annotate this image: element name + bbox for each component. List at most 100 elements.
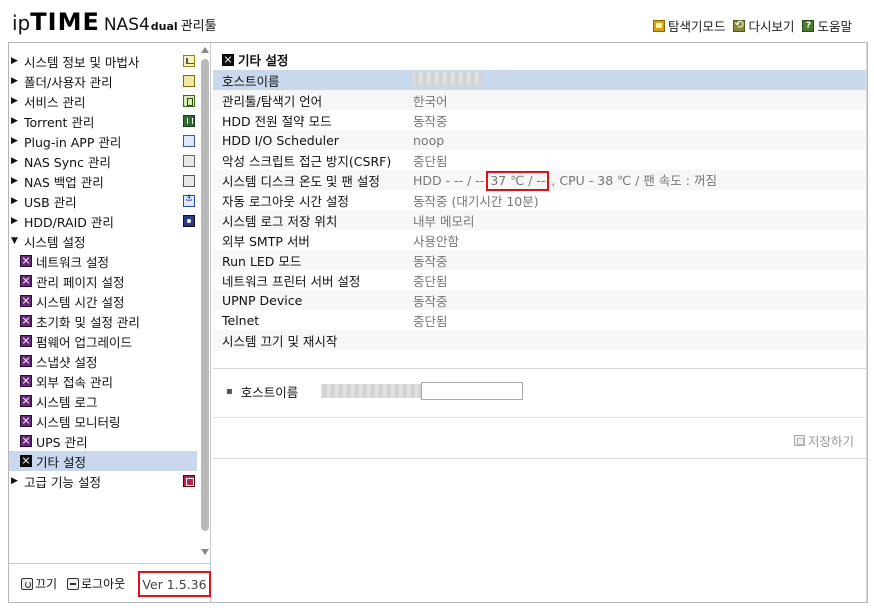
logo-ip-text: ip [12, 11, 31, 35]
submenu-ups[interactable]: UPS 관리 [9, 431, 199, 451]
sidebar-footer: 끄기 로그아웃 Ver 1.5.36 [9, 563, 211, 602]
menu-label: NAS 백업 관리 [24, 174, 104, 190]
setting-key: Run LED 모드 [222, 253, 302, 269]
setting-key: 네트워크 프린터 서버 설정 [222, 273, 361, 289]
setting-key: 악성 스크립트 접근 방지(CSRF) [222, 153, 392, 169]
setting-value: noop [413, 132, 445, 148]
setting-key: Telnet [222, 312, 260, 328]
logout-button[interactable]: 로그아웃 [67, 575, 125, 592]
submenu-misc-settings[interactable]: 기타 설정 [9, 451, 197, 471]
temp-value-pre: HDD - -- / -- [413, 172, 485, 188]
setting-row-auto-logout[interactable]: 자동 로그아웃 시간 설정 동작중 (대기시간 10분) [213, 190, 866, 210]
menu-service[interactable]: ▶ 서비스 관리 [9, 91, 199, 111]
setting-value: 동작중 [413, 113, 448, 129]
submenu-system-monitoring[interactable]: 시스템 모니터링 [9, 411, 199, 431]
menu-system-info[interactable]: ▶ 시스템 정보 및 마법사 [9, 51, 199, 71]
menu-label: NAS Sync 관리 [24, 154, 111, 170]
setting-row-io-scheduler[interactable]: HDD I/O Scheduler noop [213, 130, 866, 150]
content-right-border [866, 43, 867, 602]
submenu-label: 관리 페이지 설정 [36, 274, 125, 290]
setting-row-csrf[interactable]: 악성 스크립트 접근 방지(CSRF) 중단됨 [213, 150, 866, 170]
help-link[interactable]: ? 도움말 [802, 16, 852, 35]
menu-hdd-raid[interactable]: ▶ HDD/RAID 관리 [9, 211, 199, 231]
submenu-snapshot[interactable]: 스냅샷 설정 [9, 351, 199, 371]
power-icon [21, 577, 33, 590]
setting-key: 관리툴/탐색기 언어 [222, 93, 323, 109]
menu-plugin[interactable]: ▶ Plug-in APP 관리 [9, 131, 199, 151]
section-title: 기타 설정 [222, 50, 288, 69]
sync-icon [183, 155, 195, 167]
menu-nas-sync[interactable]: ▶ NAS Sync 관리 [9, 151, 199, 171]
setting-row-log-location[interactable]: 시스템 로그 저장 위치 내부 메모리 [213, 210, 866, 230]
expand-arrow-icon: ▶ [11, 56, 18, 66]
setting-value: 중단됨 [413, 313, 448, 329]
header: ip TIME NAS4 dual 관리툴 탐색기모드 다시보기 ? 도움말 [0, 0, 874, 44]
folder-icon [183, 75, 195, 87]
setting-key: UPNP Device [222, 292, 303, 308]
submenu-bullet-icon [20, 355, 32, 367]
power-off-button[interactable]: 끄기 [21, 575, 57, 592]
hostname-input[interactable] [420, 382, 523, 400]
submenu-label: 시스템 시간 설정 [36, 294, 125, 310]
logo-time-text: TIME [30, 8, 100, 36]
torrent-icon [183, 115, 195, 127]
sidebar-scrollbar[interactable] [200, 45, 210, 560]
menu-advanced[interactable]: ▶ 고급 기능 설정 [9, 471, 199, 491]
hostname-edit-row: ▪ 호스트이름 [226, 381, 866, 401]
setting-row-telnet[interactable]: Telnet 중단됨 [213, 310, 866, 330]
hostname-edit-label: 호스트이름 [240, 384, 299, 400]
submenu-firmware[interactable]: 펌웨어 업그레이드 [9, 331, 199, 351]
explorer-icon [652, 19, 665, 32]
setting-row-smtp[interactable]: 외부 SMTP 서버 사용안함 [213, 230, 866, 250]
setting-value: HDD - -- / -- 37 ℃ / --, CPU - 38 ℃ / 팬 속… [413, 170, 717, 191]
sidebar-menu: ▶ 시스템 정보 및 마법사 ▶ 폴더/사용자 관리 ▶ 서비스 관리 ▶ To… [9, 51, 199, 491]
menu-usb[interactable]: ▶ USB 관리 [9, 191, 199, 211]
refresh-link[interactable]: 다시보기 [733, 16, 794, 35]
setting-row-printer-server[interactable]: 네트워크 프린터 서버 설정 중단됨 [213, 270, 866, 290]
setting-key: 자동 로그아웃 시간 설정 [222, 193, 349, 209]
setting-row-hostname[interactable]: 호스트이름 [213, 70, 866, 90]
save-button[interactable]: 저장하기 [793, 431, 854, 450]
sidebar: ▶ 시스템 정보 및 마법사 ▶ 폴더/사용자 관리 ▶ 서비스 관리 ▶ To… [9, 43, 211, 602]
submenu-bullet-icon [20, 395, 32, 407]
expand-arrow-icon: ▶ [11, 156, 18, 166]
menu-nas-backup[interactable]: ▶ NAS 백업 관리 [9, 171, 199, 191]
collapse-arrow-icon: ▼ [11, 236, 18, 246]
scroll-up-icon[interactable] [201, 47, 209, 53]
power-off-label: 끄기 [35, 577, 58, 591]
setting-row-shutdown-restart[interactable]: 시스템 끄기 및 재시작 [213, 330, 866, 350]
bullet-icon: ▪ [226, 385, 233, 397]
submenu-bullet-icon [20, 335, 32, 347]
submenu-bullet-icon [20, 415, 32, 427]
setting-row-disk-temp-fan[interactable]: 시스템 디스크 온도 및 팬 설정 HDD - -- / -- 37 ℃ / --… [213, 170, 866, 191]
submenu-label: 시스템 모니터링 [36, 414, 121, 430]
scroll-down-icon[interactable] [201, 549, 209, 555]
submenu-label: UPS 관리 [36, 434, 88, 450]
setting-row-hdd-power[interactable]: HDD 전원 절약 모드 동작중 [213, 110, 866, 130]
submenu-network[interactable]: 네트워크 설정 [9, 251, 199, 271]
submenu-external-access[interactable]: 외부 접속 관리 [9, 371, 199, 391]
submenu-system-time[interactable]: 시스템 시간 설정 [9, 291, 199, 311]
setting-row-run-led[interactable]: Run LED 모드 동작중 [213, 250, 866, 270]
submenu-system-log[interactable]: 시스템 로그 [9, 391, 199, 411]
menu-system-settings[interactable]: ▼ 시스템 설정 [9, 231, 199, 251]
save-area: 저장하기 [213, 417, 866, 459]
menu-label: HDD/RAID 관리 [24, 214, 114, 230]
menu-label: 폴더/사용자 관리 [24, 74, 113, 90]
menu-folder-user[interactable]: ▶ 폴더/사용자 관리 [9, 71, 199, 91]
submenu-bullet-icon [20, 295, 32, 307]
setting-key: 시스템 디스크 온도 및 팬 설정 [222, 173, 380, 189]
setting-row-language[interactable]: 관리툴/탐색기 언어 한국어 [213, 90, 866, 110]
explorer-mode-link[interactable]: 탐색기모드 [652, 16, 726, 35]
submenu-admin-page[interactable]: 관리 페이지 설정 [9, 271, 199, 291]
expand-arrow-icon: ▶ [11, 116, 18, 126]
setting-value: 동작중 [413, 293, 448, 309]
setting-value: 한국어 [413, 93, 448, 109]
scrollbar-thumb[interactable] [201, 59, 209, 531]
menu-torrent[interactable]: ▶ Torrent 관리 [9, 111, 199, 131]
setting-value: 동작중 [413, 253, 448, 269]
setting-row-upnp[interactable]: UPNP Device 동작중 [213, 290, 866, 310]
submenu-reset-config[interactable]: 초기화 및 설정 관리 [9, 311, 199, 331]
expand-arrow-icon: ▶ [11, 136, 18, 146]
explorer-mode-label: 탐색기모드 [667, 19, 726, 34]
